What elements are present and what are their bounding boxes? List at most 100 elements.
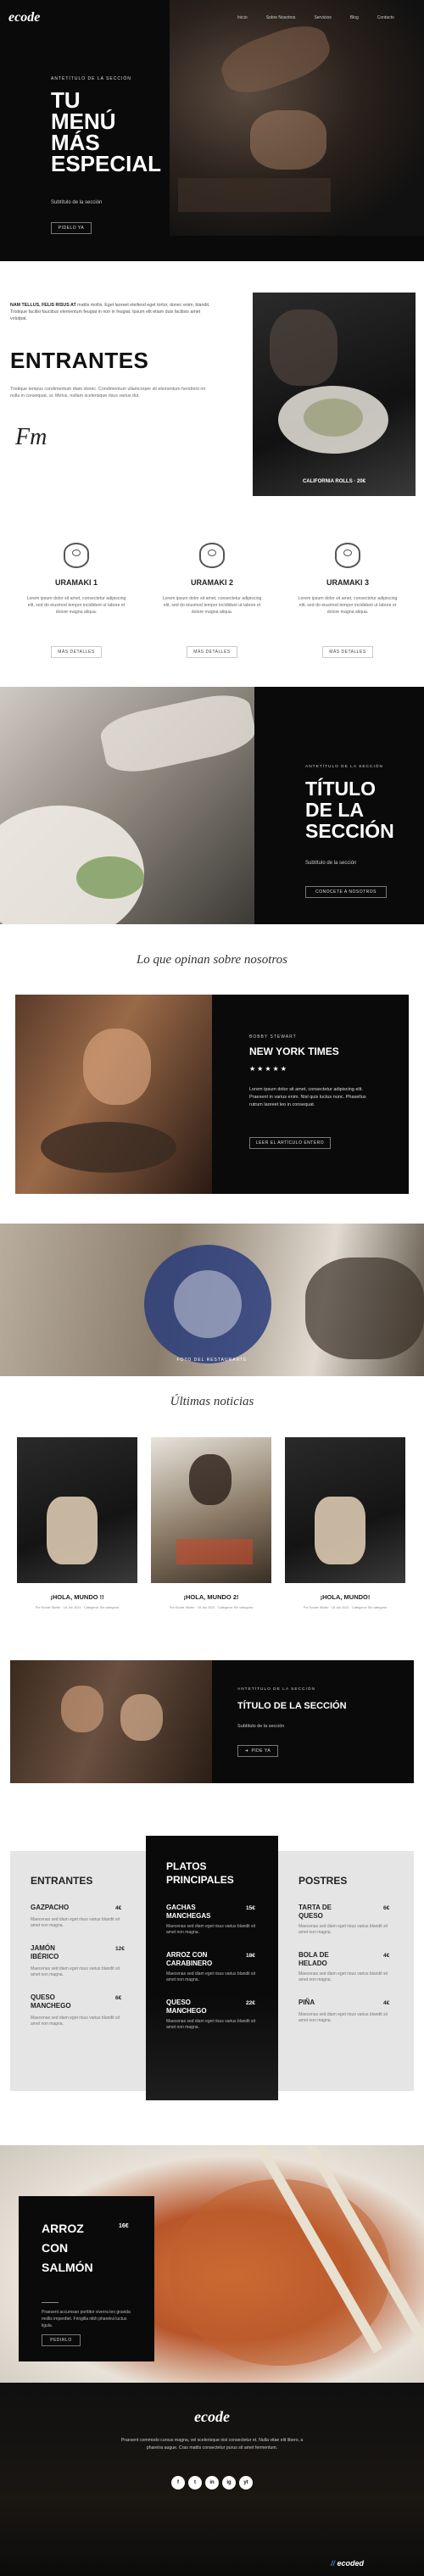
restaurant-banner: FOTO DEL RESTAURANTE [0, 1224, 424, 1376]
feature-title: URAMAKI 3 [326, 578, 369, 587]
hero-title: TU MENÚ MÁS ESPECIAL [51, 89, 161, 175]
footer-text: Praesent commodo cursus magna, vel scele… [120, 2438, 304, 2451]
sushi-icon [64, 543, 89, 568]
menu-item-price: 4€ [115, 1905, 122, 1911]
menu-item-desc: Maecenas sed diam eget risus varius blan… [298, 1924, 388, 1935]
footer: ecode Praesent commodo cursus magna, vel… [0, 2383, 424, 2576]
special-text: Praesent accumsan porttitor viverra leo … [42, 2310, 131, 2328]
menu-item-name-line: TARTA DE [298, 1904, 332, 1911]
credit-mark-icon: // [331, 2559, 338, 2568]
footer-logo[interactable]: ecode [0, 2408, 424, 2426]
news-heading: Últimas noticias [170, 1395, 254, 1408]
twitter-icon[interactable]: t [188, 2476, 202, 2490]
section2-subtitle: Subtítulo de la sección [305, 861, 357, 866]
news-card[interactable]: ¡HOLA, MUNDO !! Por Ecode Studio · 18 Ju… [17, 1437, 137, 1609]
menu-item-price: 15€ [246, 1905, 255, 1911]
nav-item-sobre[interactable]: Sobre Nosotros [266, 15, 296, 20]
news-image[interactable] [17, 1437, 137, 1583]
news-card[interactable]: ¡HOLA, MUNDO! Por Ecode Studio · 18 Jun … [285, 1437, 405, 1609]
menu-item-name-line: MANCHEGO [166, 2007, 207, 2015]
features-row: URAMAKI 1 Lorem ipsum dolor sit amet, co… [0, 543, 424, 670]
special-title-line: SALMÓN [42, 2261, 93, 2274]
california-rolls-photo: CALIFORNIA ROLLS · 20€ [253, 293, 416, 496]
hero-eyebrow: ANTETÍTULO DE LA SECCIÓN [51, 76, 131, 81]
sushi-icon [199, 543, 225, 568]
menu-item-name-line: BOLA DE [298, 1951, 329, 1959]
menu-col-title-line: PLATOS [166, 1860, 207, 1872]
cta-title: TÍTULO DE LA SECCIÓN [237, 1701, 347, 1711]
hero-subtitle: Subtítulo de la sección [51, 200, 103, 205]
menu-item-name-line: GACHAS [166, 1904, 196, 1911]
menu-item-name-line: JAMÓN [31, 1944, 55, 1952]
feature-text: Lorem ipsum dolor sit amet, consectetur … [162, 596, 262, 615]
section2-title-line: TÍTULO [305, 778, 377, 800]
menu-item-name: GACHAS MANCHEGAS [166, 1904, 210, 1921]
nav-item-inicio[interactable]: Inicio [237, 15, 248, 20]
menu-item-price: 4€ [383, 2000, 390, 2006]
menu-col-entrantes: ENTRANTES GAZPACHO 4€ Maecenas sed diam … [10, 1851, 146, 2091]
section2-title-line: SECCIÓN [305, 820, 394, 842]
cta-order-button[interactable]: ➜ PIDE YA [237, 1745, 278, 1757]
menu-item-name-line: QUESO [31, 1993, 55, 2001]
footer-credit[interactable]: // ecoded [331, 2559, 364, 2568]
menu-item-name: GAZPACHO [31, 1904, 69, 1912]
news-title[interactable]: ¡HOLA, MUNDO 2! [151, 1593, 271, 1601]
special-card: ARROZ CON SALMÓN 16€ Praesent accumsan por… [19, 2196, 154, 2361]
news-meta: Por Ecode Studio · 18 Jun 2021 · Categor… [169, 1606, 254, 1609]
menu-item-price: 18€ [246, 1953, 255, 1959]
nav-item-blog[interactable]: Blog [350, 15, 359, 20]
nav-item-contacto[interactable]: Contacto [377, 15, 394, 20]
more-details-button[interactable]: MÁS DETALLES [187, 646, 237, 658]
testimonial-card: BOBBY STEWART NEW YORK TIMES ★★★★★ Lorem… [212, 995, 409, 1194]
menu-item-name-line: GAZPACHO [31, 1904, 70, 1911]
site-logo[interactable]: ecode [8, 10, 40, 25]
cta-order-label: PIDE YA [251, 1748, 271, 1754]
menu-item-name: QUESO MANCHEGO [166, 1999, 207, 2016]
hero-section: ecode Inicio Sobre Nosotros Servicios Bl… [0, 0, 424, 261]
youtube-icon[interactable]: yt [239, 2476, 253, 2490]
menu-item-desc: Maecenas sed diam eget risus varius blan… [31, 1966, 120, 1977]
more-details-button[interactable]: MÁS DETALLES [322, 646, 373, 658]
feature-text: Lorem ipsum dolor sit amet, consectetur … [26, 596, 126, 615]
chef-signature: Fm [15, 424, 47, 450]
instagram-icon[interactable]: ig [222, 2476, 236, 2490]
menu-item-desc: Maecenas sed diam eget risus varius blan… [31, 2016, 120, 2027]
linkedin-icon[interactable]: in [205, 2476, 219, 2490]
social-links: f t in ig yt [170, 2476, 254, 2490]
nav-item-servicios[interactable]: Servicios [314, 15, 331, 20]
feature-card: URAMAKI 2 Lorem ipsum dolor sit amet, co… [161, 543, 263, 658]
testimonial-photo [15, 995, 212, 1194]
intro-lead: NAM TELLUS, FELIS RISUS AT mattis mollis… [10, 302, 214, 322]
special-title-line: ARROZ [42, 2222, 84, 2235]
menu-item-name: PIÑA [298, 1999, 315, 2007]
menu-item-desc: Maecenas sed diam eget risus varius blan… [31, 1917, 120, 1928]
news-title[interactable]: ¡HOLA, MUNDO !! [17, 1593, 137, 1601]
menu-col-title-line: PRINCIPALES [166, 1874, 234, 1886]
arrow-icon: ➜ [244, 1748, 249, 1754]
photo-caption: CALIFORNIA ROLLS · 20€ [302, 479, 366, 484]
menu-item-name-line: HELADO [298, 1960, 327, 1967]
menu-item-name: TARTA DE QUESO [298, 1904, 332, 1921]
news-image[interactable] [151, 1437, 271, 1583]
order-now-button[interactable]: PIDELO YA [51, 222, 92, 234]
cta-subtitle: Subtítulo de la sección [237, 1724, 285, 1729]
meet-us-button[interactable]: CONOCETE A NOSOTROS [305, 886, 387, 898]
section2-eyebrow: ANTETÍTULO DE LA SECCIÓN [305, 765, 383, 769]
facebook-icon[interactable]: f [171, 2476, 185, 2490]
menu-col-title: PLATOS PRINCIPALES [166, 1860, 234, 1887]
feature-title: URAMAKI 2 [190, 578, 233, 587]
menu-item-name-line: QUESO [298, 1912, 323, 1920]
sushi-plates-photo [0, 687, 254, 924]
menu-col-title: POSTRES [298, 1875, 348, 1887]
news-image[interactable] [285, 1437, 405, 1583]
order-dish-button[interactable]: PEDIRLO [42, 2334, 81, 2346]
divider [42, 2302, 59, 2303]
news-card[interactable]: ¡HOLA, MUNDO 2! Por Ecode Studio · 18 Ju… [151, 1437, 271, 1609]
more-details-button[interactable]: MÁS DETALLES [51, 646, 102, 658]
menu-item-desc: Maecenas sed diam eget risus varius blan… [166, 1971, 256, 1982]
testimonial-quote: Lorem ipsum dolor sit amet, consectetur … [249, 1087, 366, 1107]
read-article-button[interactable]: LEER EL ARTÍCULO ENTERO [249, 1137, 331, 1149]
news-title[interactable]: ¡HOLA, MUNDO! [285, 1593, 405, 1601]
section2-title-line: DE LA [305, 799, 364, 821]
menu-col-principales: PLATOS PRINCIPALES GACHAS MANCHEGAS 15€ Ma… [146, 1836, 278, 2100]
